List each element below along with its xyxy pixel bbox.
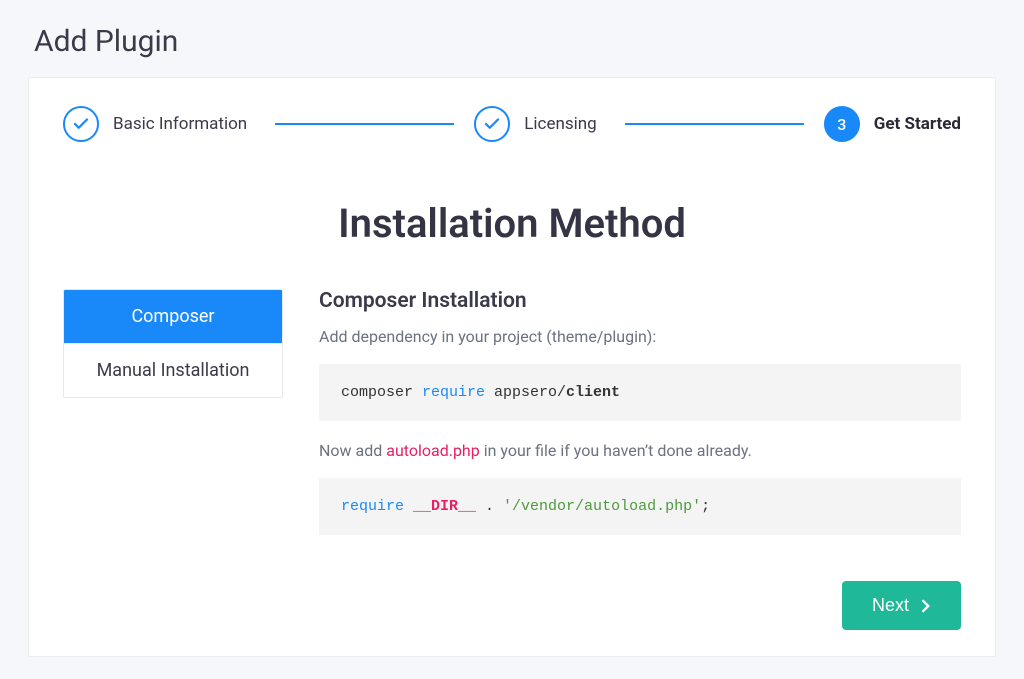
next-button[interactable]: Next [842, 581, 961, 630]
step-label: Licensing [524, 114, 596, 134]
step-basic-information[interactable]: Basic Information [63, 106, 247, 142]
checkmark-icon [474, 106, 510, 142]
step-licensing[interactable]: Licensing [474, 106, 596, 142]
page-title: Add Plugin [0, 0, 1024, 77]
code-token: __DIR__ [413, 498, 476, 515]
step-get-started[interactable]: 3 Get Started [824, 106, 961, 142]
code-block-require-autoload: require __DIR__ . '/vendor/autoload.php'… [319, 478, 961, 535]
checkmark-icon [63, 106, 99, 142]
text: in your file if you haven’t done already… [480, 441, 752, 460]
panel-note: Now add autoload.php in your file if you… [319, 441, 961, 460]
panel-note: Add dependency in your project (theme/pl… [319, 327, 961, 346]
step-label: Get Started [874, 114, 961, 134]
next-button-label: Next [872, 595, 909, 616]
filename-text: autoload.php [386, 441, 479, 460]
section-title: Installation Method [338, 200, 686, 247]
tab-composer[interactable]: Composer [64, 290, 282, 343]
panel-heading: Composer Installation [319, 289, 961, 313]
code-token: composer [341, 384, 422, 401]
install-method-tabs: Composer Manual Installation [63, 289, 283, 398]
code-block-composer-require: composer require appsero/client [319, 364, 961, 421]
code-token: ; [701, 498, 710, 515]
chevron-right-icon [921, 599, 931, 613]
code-token: require [422, 384, 485, 401]
step-label: Basic Information [113, 114, 247, 134]
text: Now add [319, 441, 386, 460]
stepper-line [275, 123, 454, 125]
stepper-line [625, 123, 804, 125]
code-token: appsero/ [485, 384, 566, 401]
tab-manual-installation[interactable]: Manual Installation [64, 343, 282, 397]
composer-panel: Composer Installation Add dependency in … [319, 289, 961, 555]
code-token: client [566, 384, 620, 401]
code-token: require [341, 498, 413, 515]
code-token: '/vendor/autoload.php' [503, 498, 701, 515]
wizard-card: Basic Information Licensing 3 Get Starte… [28, 77, 996, 657]
code-token: . [476, 498, 503, 515]
stepper: Basic Information Licensing 3 Get Starte… [63, 106, 961, 142]
step-number-badge: 3 [824, 106, 860, 142]
